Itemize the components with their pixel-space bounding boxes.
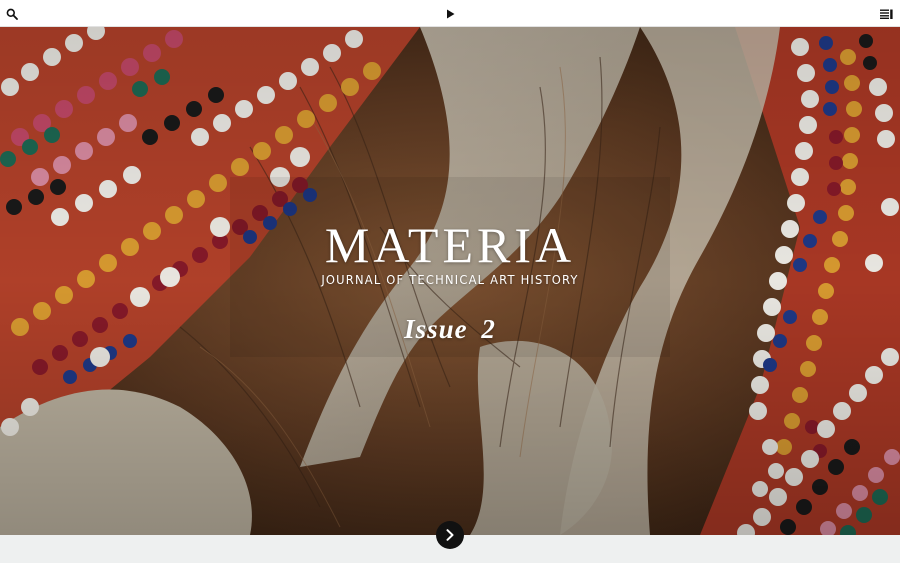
title-block: MATERIA JOURNAL OF TECHNICAL ART HISTORY… [0, 219, 900, 345]
search-button[interactable] [0, 0, 24, 27]
play-icon [446, 9, 454, 18]
hero-cover-image: MATERIA JOURNAL OF TECHNICAL ART HISTORY… [0, 27, 900, 535]
chevron-right-icon [446, 529, 454, 541]
journal-subtitle: JOURNAL OF TECHNICAL ART HISTORY [321, 272, 579, 287]
play-button[interactable] [438, 0, 462, 27]
search-icon [6, 8, 18, 20]
journal-title: MATERIA [324, 217, 576, 273]
next-page-button[interactable] [436, 521, 464, 549]
top-bar [0, 0, 900, 27]
issue-label: Issue 2 [404, 314, 496, 344]
menu-button[interactable] [872, 0, 900, 27]
menu-list-icon [879, 9, 893, 19]
